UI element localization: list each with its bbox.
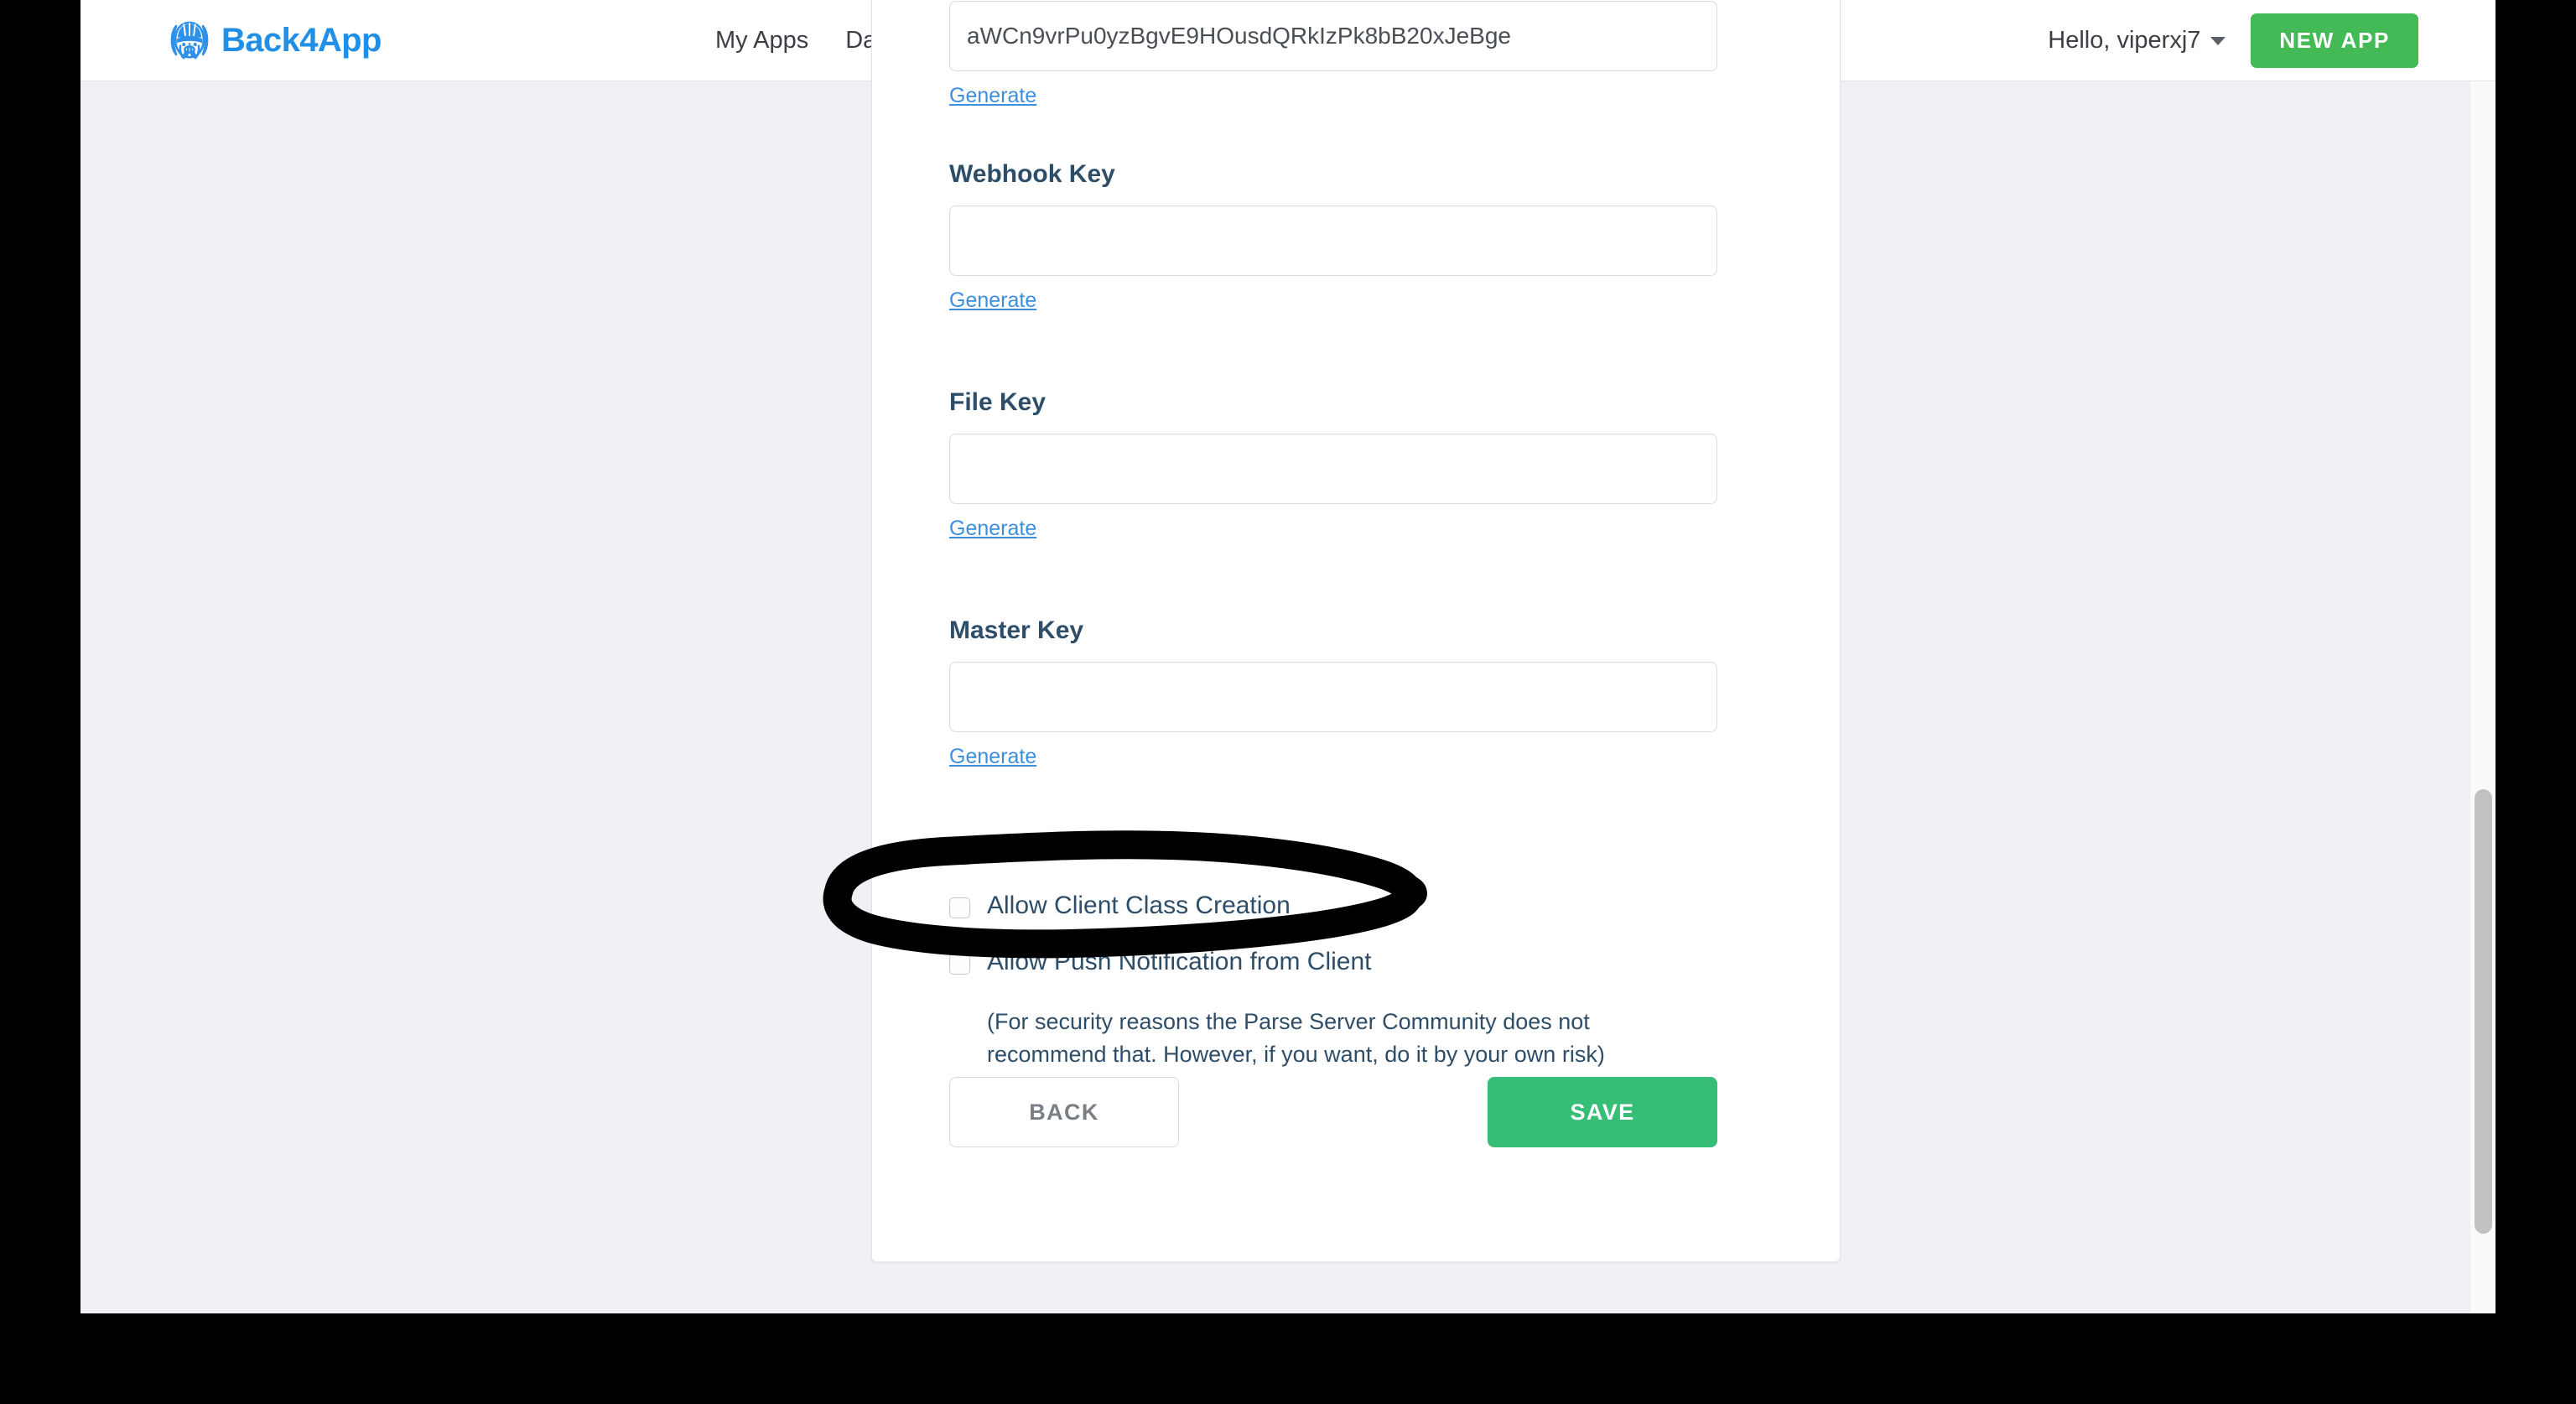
webhook-key-input[interactable] bbox=[949, 205, 1717, 276]
form-actions: BACK SAVE bbox=[949, 1077, 1717, 1147]
allow-client-class-creation-checkbox[interactable] bbox=[949, 897, 970, 918]
security-keys-card: Generate Webhook Key Generate File Key G… bbox=[871, 0, 1841, 1262]
chevron-down-icon bbox=[2210, 36, 2226, 45]
back-button[interactable]: BACK bbox=[949, 1077, 1179, 1147]
app-key-input[interactable] bbox=[949, 1, 1717, 71]
field-block-master-key: Master Key Generate bbox=[949, 618, 1717, 767]
brand-logo[interactable]: Back4App bbox=[167, 5, 382, 75]
brand-logo-text: Back4App bbox=[221, 22, 382, 59]
checkbox-row-push-notification[interactable]: Allow Push Notification from Client (For… bbox=[949, 949, 1754, 1071]
generate-link-file-key[interactable]: Generate bbox=[949, 518, 1036, 539]
nav-link-my-apps[interactable]: My Apps bbox=[697, 29, 827, 53]
vertical-scrollbar-thumb[interactable] bbox=[2475, 789, 2492, 1234]
field-block-webhook-key: Webhook Key Generate bbox=[949, 162, 1717, 311]
back4app-mascot-icon bbox=[170, 21, 209, 60]
push-notification-control[interactable]: Allow Push Notification from Client bbox=[949, 949, 1372, 975]
field-block-file-key: File Key Generate bbox=[949, 390, 1717, 539]
save-button[interactable]: SAVE bbox=[1488, 1077, 1717, 1147]
checkbox-row-client-class-creation[interactable]: Allow Client Class Creation bbox=[949, 892, 1754, 919]
generate-link-webhook-key[interactable]: Generate bbox=[949, 290, 1036, 311]
allow-push-notification-checkbox[interactable] bbox=[949, 954, 970, 975]
file-key-input[interactable] bbox=[949, 434, 1717, 504]
generate-link-app-key[interactable]: Generate bbox=[949, 86, 1036, 107]
push-notification-note: (For security reasons the Parse Server C… bbox=[987, 1008, 1605, 1067]
webhook-key-label: Webhook Key bbox=[949, 160, 1115, 188]
master-key-input[interactable] bbox=[949, 662, 1717, 732]
file-key-label: File Key bbox=[949, 388, 1046, 416]
generate-link-master-key[interactable]: Generate bbox=[949, 746, 1036, 767]
user-menu[interactable]: Hello, viperxj7 bbox=[2048, 27, 2226, 54]
browser-viewport: Back4App My Apps Dashboard Docs Communit… bbox=[80, 0, 2496, 1313]
master-key-label: Master Key bbox=[949, 616, 1084, 644]
field-block-app-key: Generate bbox=[949, 1, 1717, 107]
user-greeting-label: Hello, viperxj7 bbox=[2048, 27, 2201, 54]
new-app-button[interactable]: NEW APP bbox=[2251, 13, 2418, 68]
allow-client-class-creation-label[interactable]: Allow Client Class Creation bbox=[987, 892, 1291, 919]
vertical-scrollbar-track[interactable] bbox=[2470, 81, 2496, 1313]
allow-push-notification-label[interactable]: Allow Push Notification from Client bbox=[987, 949, 1372, 975]
nav-right-section: Hello, viperxj7 NEW APP bbox=[2048, 0, 2418, 81]
